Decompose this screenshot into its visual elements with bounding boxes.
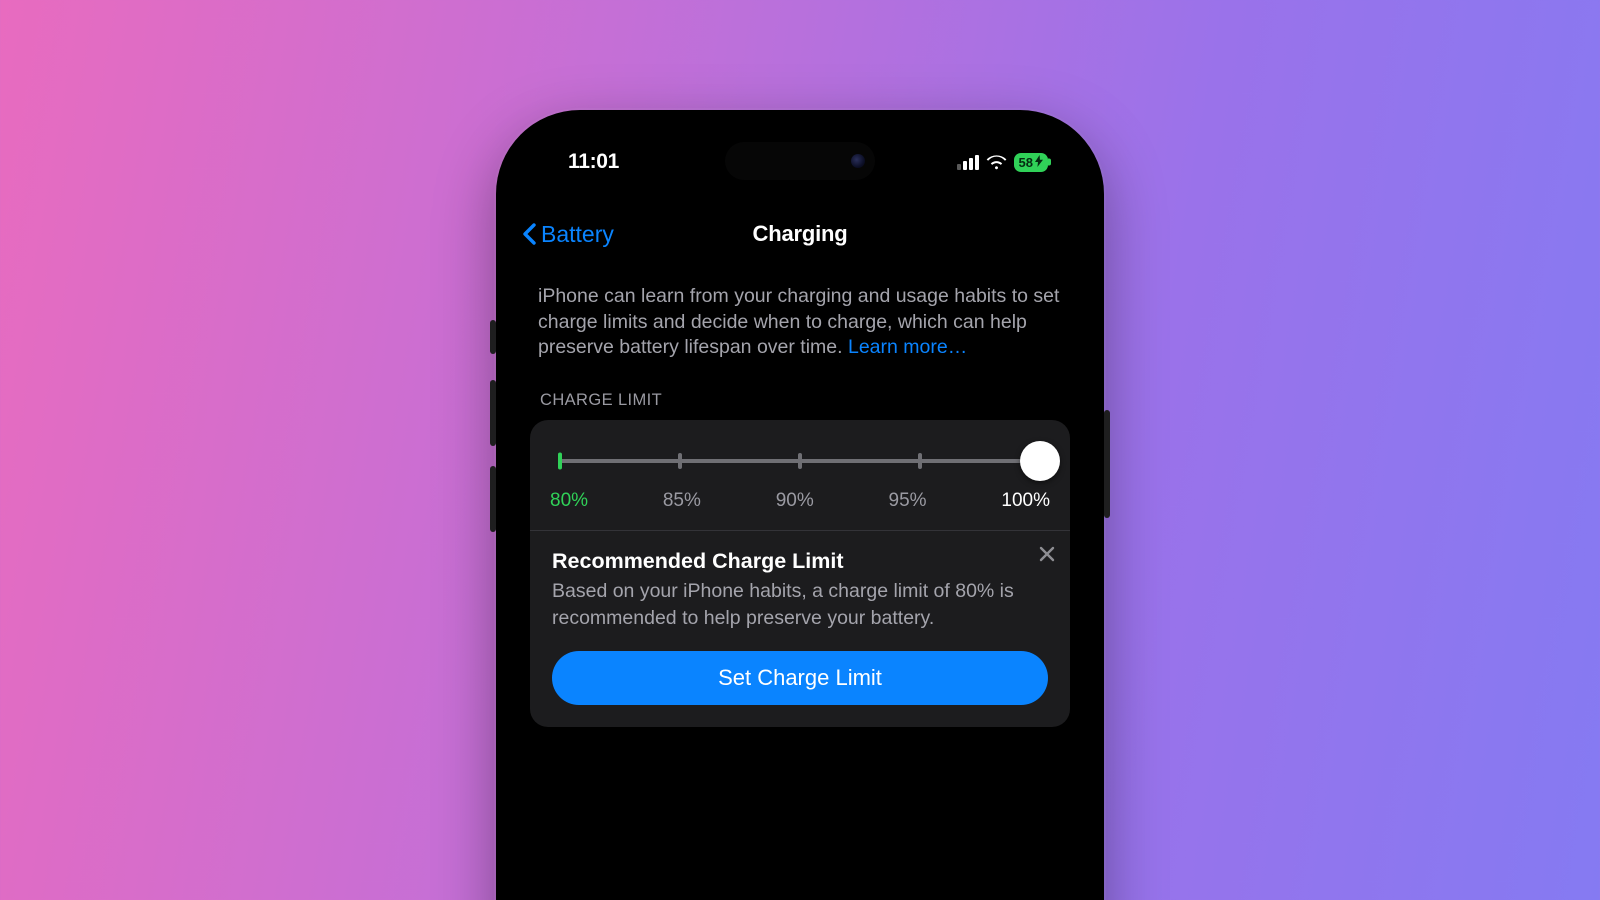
charge-limit-slider[interactable] bbox=[550, 446, 1050, 476]
slider-label-90: 90% bbox=[776, 490, 814, 512]
battery-indicator: 58 bbox=[1014, 153, 1048, 172]
page-title: Charging bbox=[753, 221, 848, 247]
navigation-bar: Battery Charging bbox=[530, 210, 1070, 258]
close-icon[interactable] bbox=[1038, 543, 1056, 569]
back-button[interactable]: Battery bbox=[520, 210, 614, 258]
recommendation-body: Based on your iPhone habits, a charge li… bbox=[552, 578, 1048, 631]
status-bar: 11:01 58 bbox=[510, 142, 1090, 182]
phone-frame: 11:01 58 bbox=[496, 110, 1104, 900]
battery-percent-label: 58 bbox=[1019, 155, 1033, 170]
slider-label-95: 95% bbox=[889, 490, 927, 512]
learn-more-link[interactable]: Learn more… bbox=[848, 336, 967, 358]
intro-body: iPhone can learn from your charging and … bbox=[538, 285, 1059, 358]
section-header-charge-limit: CHARGE LIMIT bbox=[530, 391, 1070, 410]
chevron-left-icon bbox=[522, 223, 537, 245]
intro-text: iPhone can learn from your charging and … bbox=[530, 284, 1070, 361]
phone-screen: 11:01 58 bbox=[510, 124, 1090, 900]
mute-switch bbox=[490, 320, 496, 354]
slider-thumb[interactable] bbox=[1020, 441, 1060, 481]
slider-label-85: 85% bbox=[663, 490, 701, 512]
wifi-icon bbox=[986, 155, 1007, 170]
set-charge-limit-button[interactable]: Set Charge Limit bbox=[552, 651, 1048, 705]
volume-up-button bbox=[490, 380, 496, 446]
status-clock: 11:01 bbox=[568, 150, 619, 174]
slider-label-100: 100% bbox=[1001, 490, 1050, 512]
slider-labels: 80% 85% 90% 95% 100% bbox=[550, 490, 1050, 512]
slider-label-80: 80% bbox=[550, 490, 588, 512]
charge-limit-card: 80% 85% 90% 95% 100% Recommended Charge … bbox=[530, 420, 1070, 727]
cellular-icon bbox=[957, 155, 979, 170]
gradient-backdrop: 11:01 58 bbox=[0, 0, 1600, 900]
volume-down-button bbox=[490, 466, 496, 532]
side-button bbox=[1104, 410, 1110, 518]
back-label: Battery bbox=[541, 221, 614, 248]
charging-bolt-icon bbox=[1035, 155, 1043, 170]
recommendation-panel: Recommended Charge Limit Based on your i… bbox=[530, 531, 1070, 727]
recommendation-title: Recommended Charge Limit bbox=[552, 549, 1048, 574]
set-charge-limit-label: Set Charge Limit bbox=[718, 665, 882, 691]
